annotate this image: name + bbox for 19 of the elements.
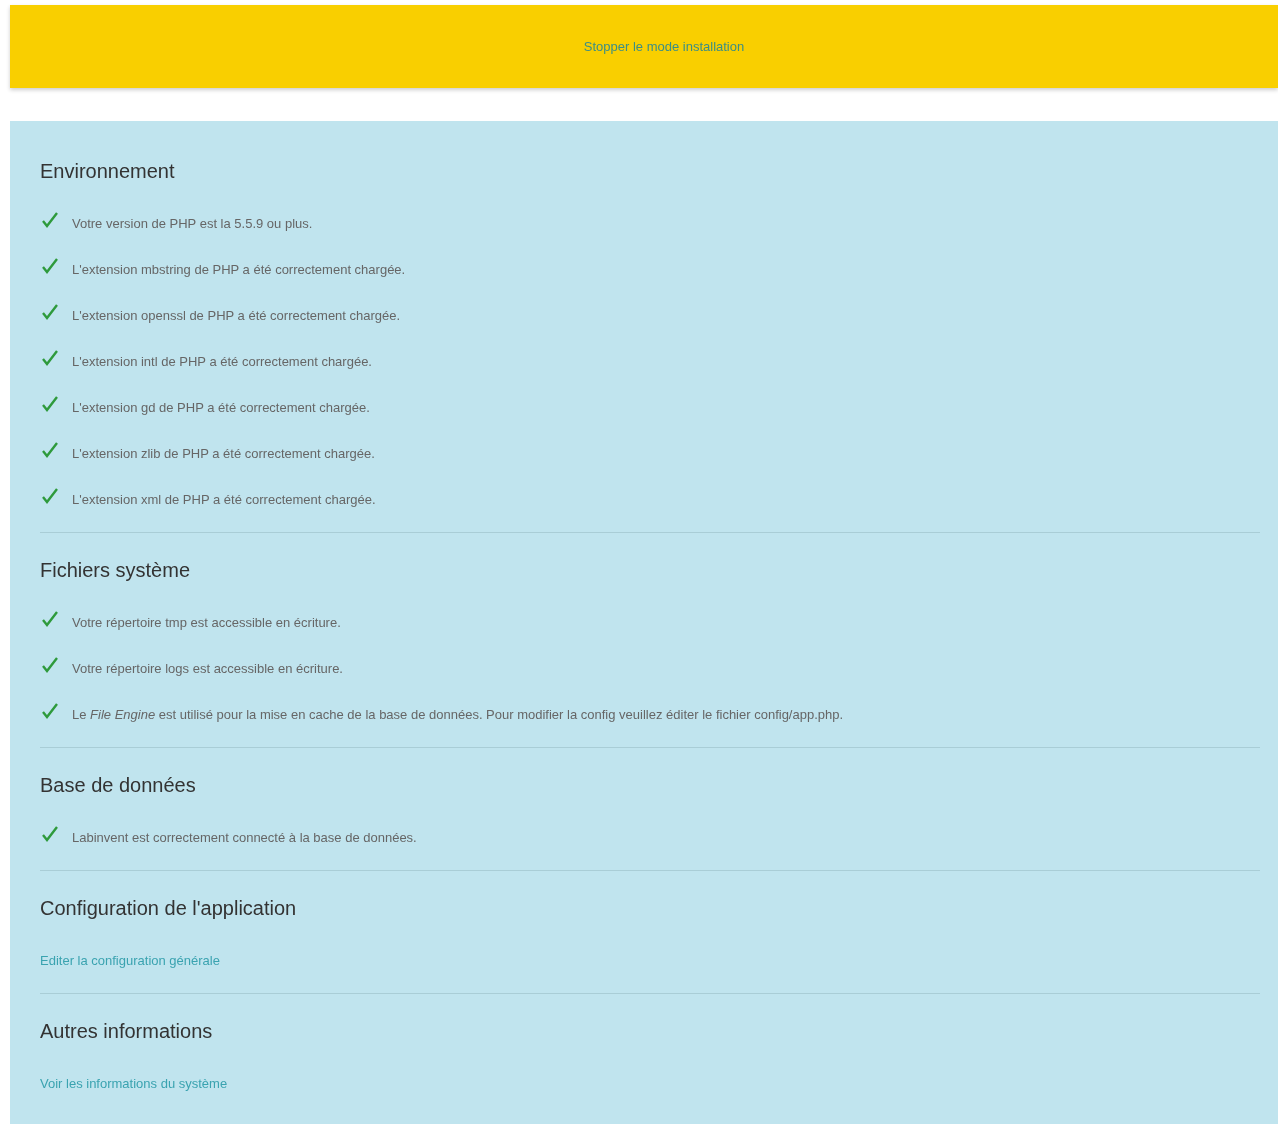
status-message: Votre version de PHP est la 5.5.9 ou plus. xyxy=(72,215,313,231)
status-message: Votre répertoire logs est accessible en écriture. xyxy=(72,660,343,676)
section-heading: Environnement xyxy=(40,159,176,183)
status-message: L'extension xml de PHP a été correctement chargée. xyxy=(72,491,376,507)
section-heading: Base de données xyxy=(40,773,197,797)
settings-link[interactable]: Voir les informations du système xyxy=(40,1075,228,1091)
settings-link[interactable]: Editer la configuration générale xyxy=(40,952,220,968)
status-message: Le File Engine est utilisé pour la mise en cache de la base de données. Pour modifier la config veuillez éditer le fichier config/app.php. xyxy=(72,706,844,722)
section-heading: Configuration de l'application xyxy=(40,896,298,920)
status-message: L'extension openssl de PHP a été correctement chargée. xyxy=(72,307,401,323)
stop-install-link[interactable]: Stopper le mode installation xyxy=(583,39,745,54)
status-message: Votre répertoire tmp est accessible en écriture. xyxy=(72,614,341,630)
status-message: L'extension intl de PHP a été correctement chargée. xyxy=(72,353,372,369)
section-heading: Fichiers système xyxy=(40,558,192,582)
section-heading: Autres informations xyxy=(40,1019,214,1043)
status-message: L'extension zlib de PHP a été correctement chargée. xyxy=(72,445,375,461)
status-message: Labinvent est correctement connecté à la base de données. xyxy=(72,829,417,845)
status-message: L'extension mbstring de PHP a été correctement chargée. xyxy=(72,261,406,277)
status-message: L'extension gd de PHP a été correctement chargée. xyxy=(72,399,370,415)
